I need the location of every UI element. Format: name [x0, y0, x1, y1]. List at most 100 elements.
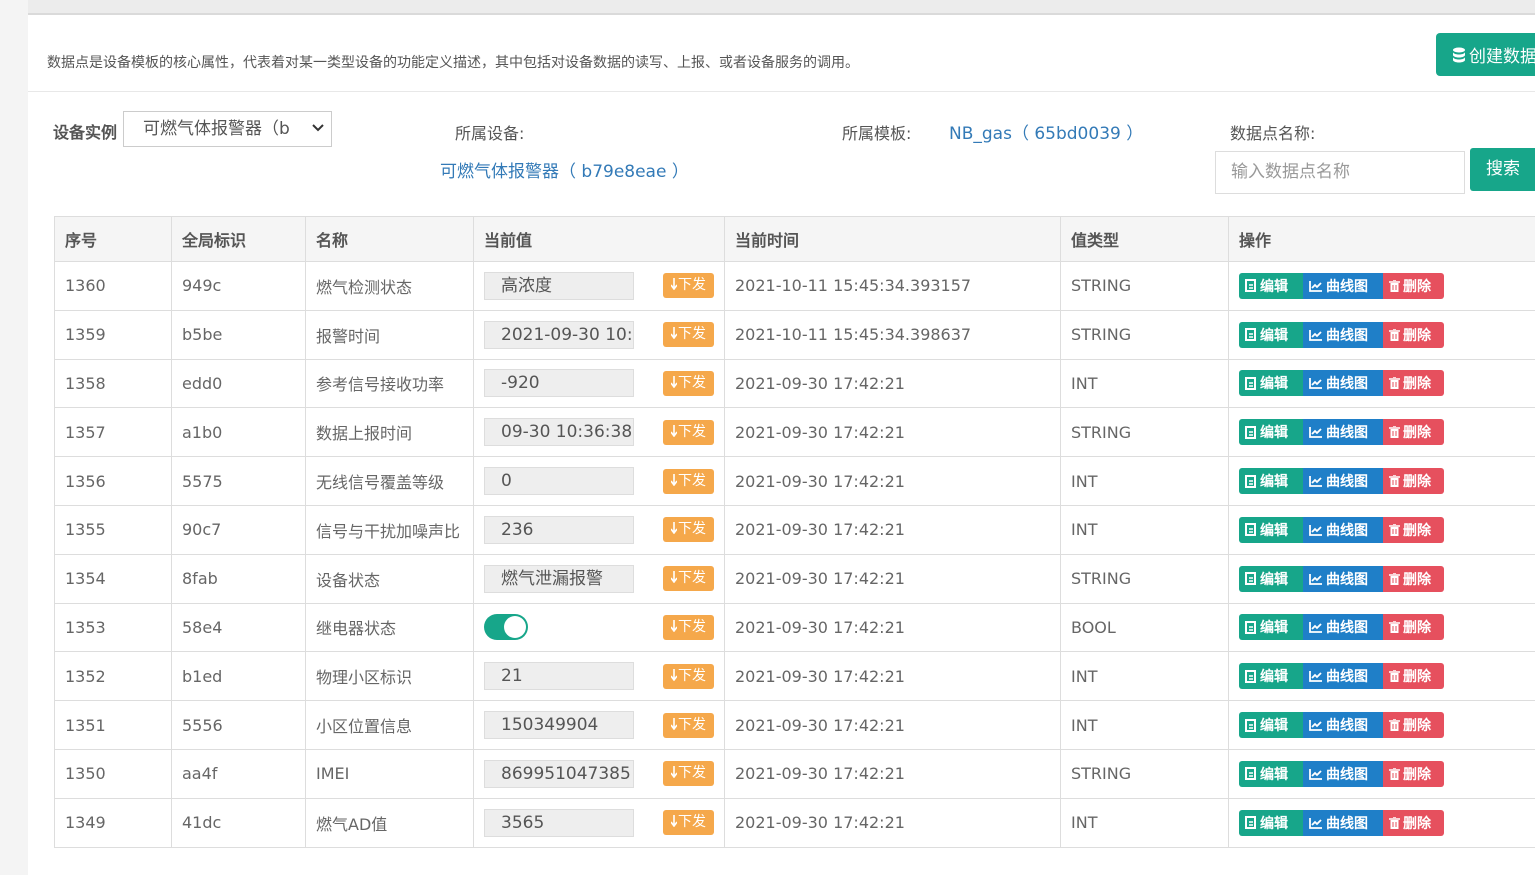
edit-button[interactable]: 编辑 [1239, 712, 1303, 739]
issue-button[interactable]: 下发 [663, 370, 714, 396]
curve-button[interactable]: 曲线图 [1303, 419, 1383, 446]
current-value-field[interactable]: 869951047385 [484, 759, 634, 788]
delete-label: 删除 [1403, 571, 1431, 588]
issue-button[interactable]: 下发 [663, 566, 714, 592]
edit-button[interactable]: 编辑 [1239, 663, 1303, 690]
current-value-field[interactable]: 21 [484, 662, 634, 691]
cell-key: b5be [171, 309, 306, 360]
delete-button[interactable]: 删除 [1383, 663, 1444, 690]
current-value-field[interactable]: 0 [484, 467, 634, 496]
line-chart-icon [1309, 720, 1322, 731]
curve-label: 曲线图 [1326, 718, 1368, 735]
curve-button[interactable]: 曲线图 [1303, 712, 1383, 739]
delete-button[interactable]: 删除 [1383, 370, 1444, 397]
current-value-field[interactable]: 236 [484, 515, 634, 544]
delete-button[interactable]: 删除 [1383, 321, 1444, 348]
edit-label: 编辑 [1260, 327, 1288, 344]
cell-value: 236 下发 [473, 504, 725, 555]
issue-button[interactable]: 下发 [663, 810, 714, 836]
issue-label: 下发 [678, 765, 706, 782]
edit-label: 编辑 [1260, 815, 1288, 832]
instance-select[interactable]: 可燃气体报警器（b [123, 111, 332, 147]
delete-button[interactable]: 删除 [1383, 468, 1444, 495]
datapoint-name-input[interactable]: 输入数据点名称 [1215, 151, 1465, 194]
curve-button[interactable]: 曲线图 [1303, 809, 1383, 836]
edit-button[interactable]: 编辑 [1239, 419, 1303, 446]
curve-button[interactable]: 曲线图 [1303, 614, 1383, 641]
edit-button[interactable]: 编辑 [1239, 468, 1303, 495]
cell-time: 2021-09-30 17:42:21 [724, 700, 1061, 750]
delete-button[interactable]: 删除 [1383, 419, 1444, 446]
edit-button[interactable]: 编辑 [1239, 370, 1303, 397]
delete-label: 删除 [1403, 376, 1431, 393]
curve-label: 曲线图 [1326, 522, 1368, 539]
delete-button[interactable]: 删除 [1383, 614, 1444, 641]
issue-button[interactable]: 下发 [663, 468, 714, 494]
page-description: 数据点是设备模板的核心属性，代表着对某一类型设备的功能定义描述，其中包括对设备数… [47, 55, 859, 71]
curve-button[interactable]: 曲线图 [1303, 516, 1383, 543]
issue-button[interactable]: 下发 [663, 761, 714, 787]
device-link[interactable]: 可燃气体报警器（ b79e8eae ） [440, 157, 689, 182]
current-value-field[interactable]: 09-30 10:36:38 [484, 418, 634, 447]
trash-icon [1389, 719, 1400, 732]
edit-button[interactable]: 编辑 [1239, 809, 1303, 836]
issue-button[interactable]: 下发 [663, 322, 714, 348]
edit-button[interactable]: 编辑 [1239, 614, 1303, 641]
issue-button[interactable]: 下发 [663, 712, 714, 738]
edit-button[interactable]: 编辑 [1239, 272, 1303, 299]
curve-button[interactable]: 曲线图 [1303, 370, 1383, 397]
edit-button[interactable]: 编辑 [1239, 321, 1303, 348]
trash-icon [1389, 377, 1400, 390]
delete-button[interactable]: 删除 [1383, 272, 1444, 299]
template-link[interactable]: NB_gas（ 65bd0039 ） [949, 119, 1143, 144]
delete-button[interactable]: 删除 [1383, 565, 1444, 592]
issue-button[interactable]: 下发 [663, 419, 714, 445]
cell-key: 5575 [171, 456, 306, 506]
cell-type: INT [1060, 456, 1229, 506]
cell-id: 1351 [54, 700, 172, 750]
edit-button[interactable]: 编辑 [1239, 516, 1303, 543]
current-value-field[interactable]: 3565 [484, 808, 634, 837]
curve-button[interactable]: 曲线图 [1303, 663, 1383, 690]
cell-key: 90c7 [171, 504, 306, 555]
current-value-field[interactable]: 150349904 [484, 711, 634, 740]
cell-actions: 编辑 曲线图 删除 [1228, 700, 1535, 750]
line-chart-icon [1309, 622, 1322, 634]
delete-button[interactable]: 删除 [1383, 809, 1444, 836]
relay-toggle[interactable] [484, 614, 528, 641]
issue-button[interactable]: 下发 [663, 614, 714, 640]
cell-name: IMEI [305, 748, 474, 799]
table-row: 1357 a1b0 数据上报时间 09-30 10:36:38 下发 2021-09-30… [54, 407, 1535, 458]
cell-name: 小区位置信息 [305, 700, 474, 750]
cell-type: STRING [1060, 309, 1229, 360]
header-time: 当前时间 [724, 216, 1061, 262]
curve-button[interactable]: 曲线图 [1303, 321, 1383, 348]
current-value-field[interactable]: -920 [484, 369, 634, 398]
curve-button[interactable]: 曲线图 [1303, 468, 1383, 495]
current-value-field[interactable]: 高浓度 [484, 271, 634, 300]
header-actions: 操作 [1228, 216, 1535, 262]
current-value-field[interactable]: 燃气泄漏报警 [484, 564, 634, 593]
issue-button[interactable]: 下发 [663, 663, 714, 689]
delete-button[interactable]: 删除 [1383, 516, 1444, 543]
cell-key: edd0 [171, 358, 306, 409]
create-datapoint-button[interactable]: 创建数据 [1436, 33, 1535, 76]
delete-button[interactable]: 删除 [1383, 712, 1444, 739]
delete-button[interactable]: 删除 [1383, 760, 1444, 787]
curve-button[interactable]: 曲线图 [1303, 565, 1383, 592]
cell-id: 1352 [54, 651, 172, 702]
search-button[interactable]: 搜索 [1470, 148, 1535, 191]
cell-id: 1355 [54, 504, 172, 555]
current-value-field[interactable]: 2021-09-30 10: [484, 320, 634, 349]
curve-button[interactable]: 曲线图 [1303, 272, 1383, 299]
edit-button[interactable]: 编辑 [1239, 565, 1303, 592]
top-border [28, 0, 1535, 15]
curve-label: 曲线图 [1326, 278, 1368, 295]
issue-button[interactable]: 下发 [663, 517, 714, 543]
edit-label: 编辑 [1260, 376, 1288, 393]
cell-name: 数据上报时间 [305, 407, 474, 458]
issue-button[interactable]: 下发 [663, 273, 714, 299]
issue-label: 下发 [678, 374, 706, 391]
edit-button[interactable]: 编辑 [1239, 760, 1303, 787]
curve-button[interactable]: 曲线图 [1303, 760, 1383, 787]
